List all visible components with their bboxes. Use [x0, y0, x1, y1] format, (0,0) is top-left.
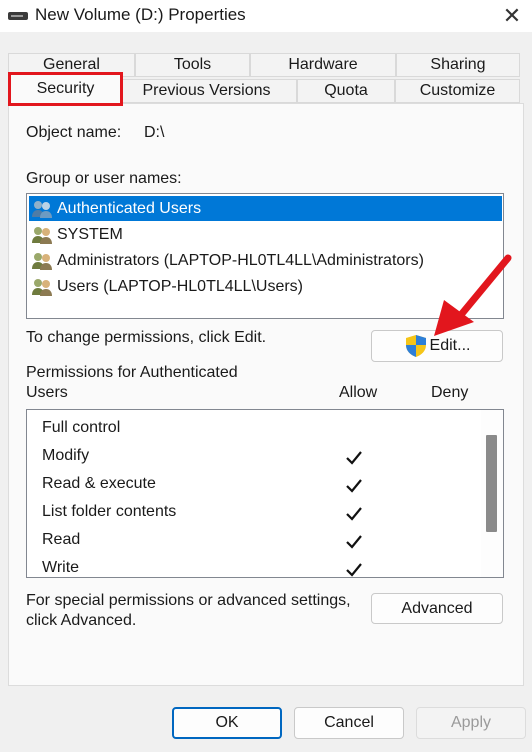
permission-row: Write	[42, 559, 80, 576]
users-group-icon	[31, 251, 53, 271]
close-button[interactable]: ✕	[492, 0, 532, 32]
tab-security[interactable]: Security	[8, 72, 123, 106]
ok-button[interactable]: OK	[172, 707, 282, 739]
users-group-icon	[31, 199, 53, 219]
user-name: SYSTEM	[57, 225, 123, 243]
scrollbar-thumb[interactable]	[486, 435, 497, 532]
allow-header: Allow	[339, 384, 378, 401]
permission-row: Read & execute	[42, 475, 156, 492]
object-name-label: Object name:	[26, 124, 122, 141]
apply-button[interactable]: Apply	[416, 707, 526, 739]
group-users-label: Group or user names:	[26, 170, 182, 187]
permission-row: Full control	[42, 419, 121, 436]
user-name: Authenticated Users	[57, 199, 202, 217]
object-name-value: D:\	[144, 124, 165, 141]
list-item[interactable]: Authenticated Users	[29, 196, 502, 221]
tab-customize[interactable]: Customize	[395, 79, 520, 103]
list-item[interactable]: SYSTEM	[29, 222, 502, 247]
window-title: New Volume (D:) Properties	[35, 5, 246, 24]
tab-tools[interactable]: Tools	[135, 53, 250, 77]
permission-row: Read	[42, 531, 81, 548]
permission-row: List folder contents	[42, 503, 177, 520]
special-permissions-text-cont: click Advanced.	[26, 612, 137, 629]
permissions-title-cont: Users	[26, 384, 68, 401]
special-permissions-text: For special permissions or advanced sett…	[26, 592, 351, 609]
users-group-icon	[31, 225, 53, 245]
users-group-icon	[31, 277, 53, 297]
tab-sharing[interactable]: Sharing	[396, 53, 520, 77]
deny-header: Deny	[431, 384, 469, 401]
change-permissions-hint: To change permissions, click Edit.	[26, 329, 267, 346]
allow-check-icon	[346, 479, 362, 493]
user-name: Administrators (LAPTOP-HL0TL4LL\Administ…	[57, 251, 424, 269]
tab-quota[interactable]: Quota	[297, 79, 395, 103]
allow-check-icon	[346, 451, 362, 465]
user-name: Users (LAPTOP-HL0TL4LL\Users)	[57, 277, 303, 295]
permissions-list: Full control Modify Read & execute List …	[26, 409, 504, 578]
cancel-button[interactable]: Cancel	[294, 707, 404, 739]
tab-hardware[interactable]: Hardware	[250, 53, 396, 77]
permissions-title: Permissions for Authenticated	[26, 364, 238, 381]
close-icon: ✕	[502, 3, 522, 28]
allow-check-icon	[346, 507, 362, 521]
annotation-arrow-icon	[434, 254, 512, 336]
scrollbar[interactable]	[481, 410, 503, 577]
tab-previous-versions[interactable]: Previous Versions	[116, 79, 297, 103]
permission-row: Modify	[42, 447, 90, 464]
drive-icon	[8, 12, 28, 20]
advanced-button[interactable]: Advanced	[371, 593, 503, 624]
allow-check-icon	[346, 563, 362, 577]
allow-check-icon	[346, 535, 362, 549]
